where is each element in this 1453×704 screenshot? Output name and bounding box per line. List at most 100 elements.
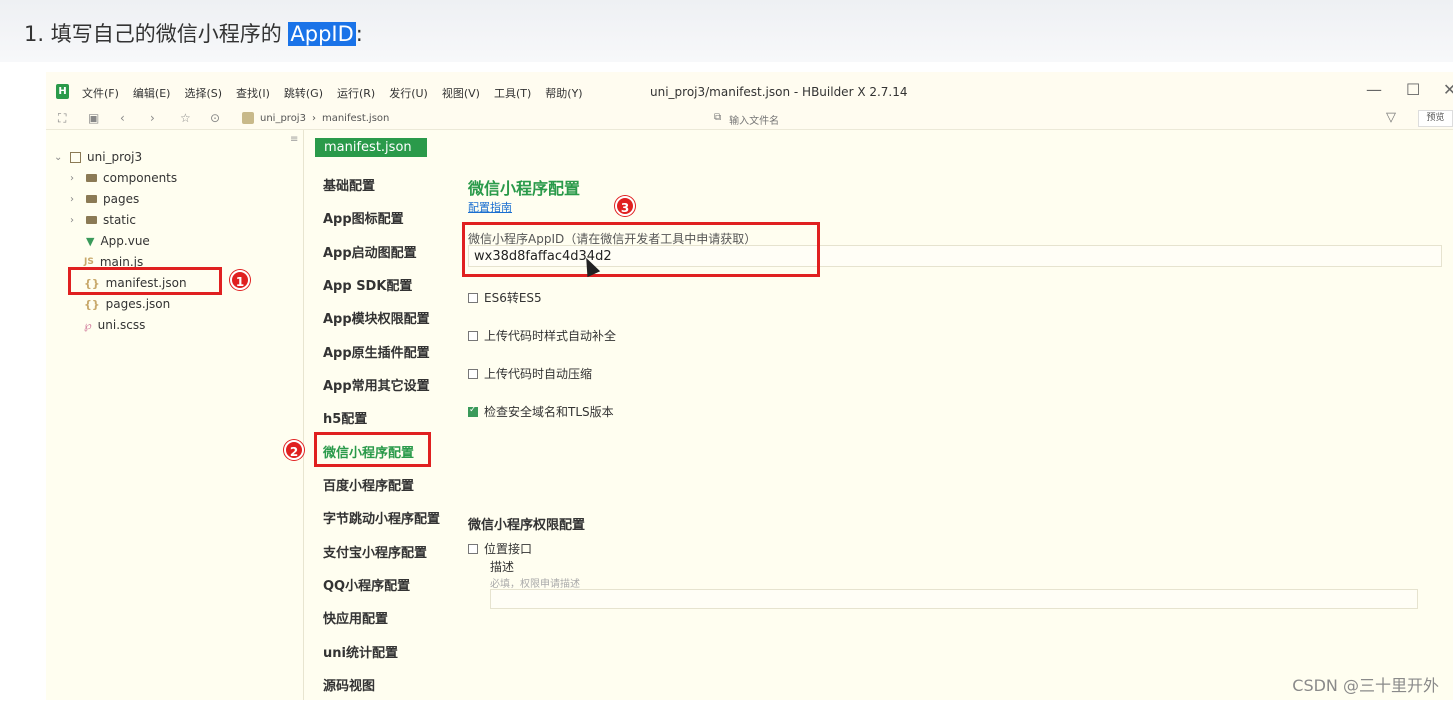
checkbox[interactable] (468, 368, 478, 379)
save-icon[interactable]: ▣ (88, 111, 99, 125)
menu-run[interactable]: 运行(R) (337, 85, 375, 101)
browser-icon[interactable]: ⊙ (210, 111, 220, 125)
tree-item-label: uni.scss (97, 318, 146, 332)
maximize-button[interactable]: ☐ (1406, 80, 1420, 99)
chevron-right-icon[interactable]: › (70, 173, 80, 184)
breadcrumb-file[interactable]: manifest.json (322, 113, 389, 124)
menu-select[interactable]: 选择(S) (184, 85, 222, 101)
nav-item-app-plugins[interactable]: App原生插件配置 (323, 342, 430, 361)
nav-item-quickapp[interactable]: 快应用配置 (323, 608, 388, 627)
tree-item-pages[interactable]: › pages (70, 192, 139, 206)
watermark: CSDN @三十里开外 (1292, 676, 1439, 695)
checkbox[interactable] (468, 292, 478, 303)
checkbox[interactable] (468, 330, 478, 341)
description-placeholder: 必填，权限申请描述 (490, 579, 580, 590)
tree-item-uni-scss[interactable]: ℘ uni.scss (84, 318, 145, 332)
tree-item-label: static (103, 213, 136, 227)
settings-nav: manifest.json 基础配置 App图标配置 App启动图配置 App … (305, 130, 440, 700)
nav-item-app-splash[interactable]: App启动图配置 (323, 242, 417, 261)
project-icon (242, 112, 254, 124)
menu-file[interactable]: 文件(F) (82, 85, 119, 101)
hbuilder-logo-icon: H (56, 84, 69, 99)
nav-item-toutiao[interactable]: 字节跳动小程序配置 (323, 508, 440, 527)
option-location[interactable]: 位置接口 (468, 540, 532, 557)
forward-icon[interactable]: › (150, 111, 155, 125)
menu-tools[interactable]: 工具(T) (494, 85, 531, 101)
tab-manifest-json[interactable]: manifest.json (315, 138, 427, 157)
close-button[interactable]: ✕ (1443, 80, 1453, 99)
tree-item-static[interactable]: › static (70, 213, 136, 227)
tree-item-label: components (103, 171, 178, 185)
nav-item-baidu[interactable]: 百度小程序配置 (323, 475, 414, 494)
tree-item-label: App.vue (100, 234, 150, 248)
breadcrumb: uni_proj3 › manifest.json (242, 112, 389, 124)
annotation-badge-1: 1 (230, 270, 250, 290)
vue-file-icon: ▼ (86, 234, 95, 248)
instruction-text: 1. 填写自己的微信小程序的 AppID: (24, 18, 363, 48)
chevron-right-icon[interactable]: › (70, 194, 80, 205)
nav-item-alipay[interactable]: 支付宝小程序配置 (323, 542, 427, 561)
nav-item-source-view[interactable]: 源码视图 (323, 675, 375, 694)
menu-find[interactable]: 查找(I) (236, 85, 270, 101)
scss-file-icon: ℘ (84, 318, 92, 332)
weixin-settings-panel: 微信小程序配置 配置指南 微信小程序AppID（请在微信开发者工具中申请获取） … (439, 130, 1453, 700)
option-label: 检查安全域名和TLS版本 (484, 405, 614, 419)
file-search[interactable]: ⧉ 输入文件名 (714, 112, 779, 127)
filter-icon[interactable]: ▽ (1386, 110, 1396, 125)
nav-item-app-other[interactable]: App常用其它设置 (323, 375, 430, 394)
nav-item-app-sdk[interactable]: App SDK配置 (323, 275, 412, 294)
star-icon[interactable]: ☆ (180, 111, 191, 125)
option-label: ES6转ES5 (484, 291, 542, 305)
menu-help[interactable]: 帮助(Y) (545, 85, 582, 101)
option-url-check[interactable]: 检查安全域名和TLS版本 (468, 403, 614, 420)
back-icon[interactable]: ‹ (120, 111, 125, 125)
breadcrumb-project[interactable]: uni_proj3 (260, 113, 306, 124)
annotation-badge-2: 2 (284, 440, 304, 460)
checkbox[interactable] (468, 543, 478, 554)
config-guide-link[interactable]: 配置指南 (468, 199, 512, 215)
js-file-icon: JS (84, 257, 94, 267)
nav-item-qq[interactable]: QQ小程序配置 (323, 575, 410, 594)
tree-item-label: uni_proj3 (87, 150, 143, 164)
collapse-icon[interactable]: ≡ (290, 134, 298, 145)
chevron-right-icon[interactable]: › (70, 215, 80, 226)
section-title: 微信小程序配置 (468, 179, 581, 198)
nav-item-app-modules[interactable]: App模块权限配置 (323, 308, 430, 327)
nav-item-app-icon[interactable]: App图标配置 (323, 208, 404, 227)
annotation-box-weixin-nav (314, 432, 431, 467)
annotation-box-manifest (68, 267, 222, 295)
folder-icon (86, 216, 97, 224)
tree-item-pages-json[interactable]: {} pages.json (84, 297, 170, 311)
json-file-icon: {} (84, 297, 100, 311)
option-label: 上传代码时自动压缩 (484, 367, 593, 381)
project-icon (70, 151, 81, 163)
instruction-suffix: : (355, 22, 363, 46)
menu-edit[interactable]: 编辑(E) (133, 85, 171, 101)
file-search-placeholder[interactable]: 输入文件名 (729, 112, 779, 127)
project-manager-icon[interactable]: ⛶ (58, 111, 66, 126)
nav-item-basic[interactable]: 基础配置 (323, 175, 375, 194)
folder-icon (86, 174, 97, 182)
description-label: 描述 (490, 560, 515, 574)
option-es6[interactable]: ES6转ES5 (468, 289, 542, 306)
tree-item-components[interactable]: › components (70, 171, 177, 185)
nav-item-uni-stat[interactable]: uni统计配置 (323, 642, 398, 661)
description-input[interactable] (490, 589, 1418, 609)
folder-icon (86, 195, 97, 203)
menu-bar: 文件(F) 编辑(E) 选择(S) 查找(I) 跳转(G) 运行(R) 发行(U… (82, 85, 583, 101)
minimize-button[interactable]: — (1366, 80, 1382, 99)
option-minify[interactable]: 上传代码时自动压缩 (468, 365, 592, 382)
option-postcss[interactable]: 上传代码时样式自动补全 (468, 327, 616, 344)
tree-item-app-vue[interactable]: ▼ App.vue (86, 234, 150, 248)
instruction-banner: 1. 填写自己的微信小程序的 AppID: (0, 0, 1453, 62)
title-bar: H 文件(F) 编辑(E) 选择(S) 查找(I) 跳转(G) 运行(R) 发行… (46, 72, 1453, 108)
menu-view[interactable]: 视图(V) (442, 85, 480, 101)
checkbox-checked[interactable] (468, 405, 478, 417)
tree-item-project[interactable]: ⌄ uni_proj3 (54, 150, 142, 164)
option-label: 上传代码时样式自动补全 (484, 329, 617, 343)
nav-item-h5[interactable]: h5配置 (323, 408, 367, 427)
menu-goto[interactable]: 跳转(G) (284, 85, 323, 101)
chevron-down-icon[interactable]: ⌄ (54, 152, 64, 163)
menu-publish[interactable]: 发行(U) (389, 85, 428, 101)
preview-button[interactable]: 预览 (1418, 110, 1453, 127)
